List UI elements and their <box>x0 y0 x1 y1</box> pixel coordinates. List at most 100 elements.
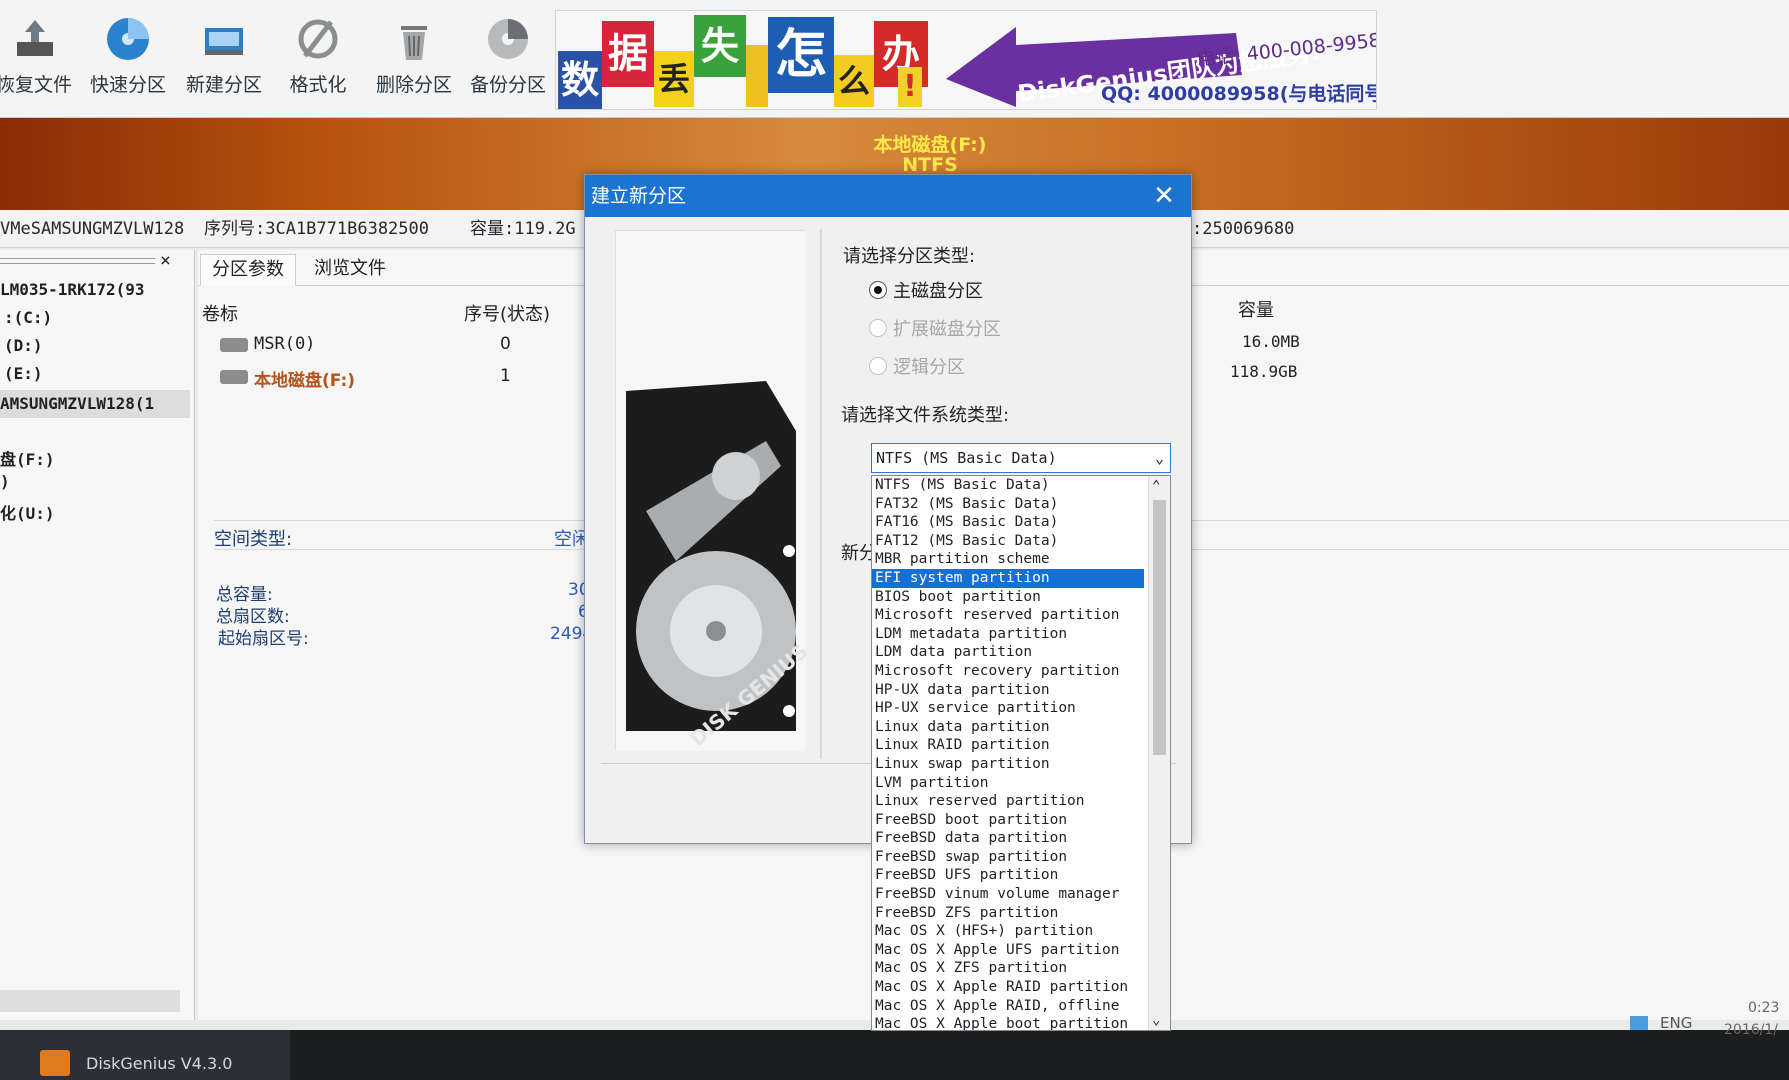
fs-option-item[interactable]: FreeBSD ZFS partition <box>872 904 1144 923</box>
new-partition-button[interactable]: 新建分区 <box>178 14 270 104</box>
fs-option-item[interactable]: FreeBSD swap partition <box>872 848 1144 867</box>
fs-option-item[interactable]: Mac OS X ZFS partition <box>872 959 1144 978</box>
close-icon[interactable]: ✕ <box>1147 179 1181 213</box>
fs-option-item[interactable]: Linux RAID partition <box>872 736 1144 755</box>
chevron-up-icon[interactable]: ⌃ <box>1152 478 1160 494</box>
fs-select-value: NTFS (MS Basic Data) <box>876 449 1057 467</box>
fs-option-item[interactable]: Mac OS X (HFS+) partition <box>872 922 1144 941</box>
fs-option-item[interactable]: Microsoft recovery partition <box>872 662 1144 681</box>
language-indicator[interactable]: ENG <box>1660 1014 1692 1032</box>
fs-option-item[interactable]: Mac OS X Apple UFS partition <box>872 941 1144 960</box>
disk-model: VMeSAMSUNGMZVLW128 <box>0 219 185 239</box>
banner-char: 丢 <box>654 51 694 107</box>
radio-dot <box>869 281 887 299</box>
fs-options-container: NTFS (MS Basic Data) FAT32 (MS Basic Data… <box>872 476 1170 1030</box>
radio-dot <box>869 319 887 337</box>
quick-partition-icon <box>107 18 149 60</box>
disk-sectors: :250069680 <box>1192 219 1295 239</box>
column-header-volume[interactable]: 卷标 <box>202 300 238 326</box>
diskgenius-icon <box>40 1050 70 1076</box>
banner-char: 失 <box>694 15 746 77</box>
format-icon <box>298 19 338 59</box>
fs-option-item[interactable]: HP-UX service partition <box>872 699 1144 718</box>
tree-item-f[interactable]: 盘(F:) <box>0 446 55 470</box>
fs-type-dropdown-list[interactable]: NTFS (MS Basic Data) FAT32 (MS Basic Data… <box>871 475 1171 1031</box>
fs-option-item[interactable]: LVM partition <box>872 774 1144 793</box>
fs-option-item[interactable]: HP-UX data partition <box>872 681 1144 700</box>
fs-option-item[interactable]: FreeBSD UFS partition <box>872 866 1144 885</box>
fs-option-item[interactable]: EFI system partition <box>872 568 1144 588</box>
quick-partition-button[interactable]: 快速分区 <box>82 14 174 104</box>
toolbar-label: 恢复文件 <box>0 74 72 96</box>
tab-partition-params[interactable]: 分区参数 <box>200 254 296 286</box>
fs-option-item[interactable]: Mac OS X Apple RAID, offline <box>872 997 1144 1016</box>
fs-option-item[interactable]: Linux swap partition <box>872 755 1144 774</box>
fs-option-item[interactable]: FAT16 (MS Basic Data) <box>872 513 1144 532</box>
row-index: 1 <box>500 366 511 386</box>
tree-item-e[interactable]: (E:) <box>4 364 43 383</box>
tree-item-u[interactable]: 化(U:) <box>0 500 55 524</box>
tree-item-unknown[interactable]: ) <box>0 472 10 491</box>
fs-type-select[interactable]: NTFS (MS Basic Data) ⌄ <box>871 443 1171 473</box>
column-header-capacity[interactable]: 容量 <box>1238 296 1274 322</box>
dropdown-scrollbar[interactable]: ⌃ ⌄ <box>1148 476 1170 1030</box>
fs-option-item[interactable]: Mac OS X Apple RAID partition <box>872 978 1144 997</box>
horizontal-scrollbar[interactable] <box>0 990 180 1012</box>
disk-tree-pane: × LM035-1RK172(93 :(C:) (D:) (E:) AMSUNG… <box>0 250 211 1020</box>
disk-genius-illustration: DISK GENIUS <box>615 230 812 751</box>
chevron-down-icon: ⌄ <box>1154 449 1164 467</box>
disk-capacity: 容量:119.2G <box>470 219 576 239</box>
fs-type-label: 请选择文件系统类型: <box>841 405 1010 426</box>
space-type-label: 空间类型: <box>214 529 293 550</box>
delete-partition-button[interactable]: 删除分区 <box>368 14 460 104</box>
fs-option-item[interactable]: FAT12 (MS Basic Data) <box>872 532 1144 551</box>
fs-option-item[interactable]: Linux data partition <box>872 718 1144 737</box>
fs-option-item[interactable]: BIOS boot partition <box>872 588 1144 607</box>
taskbar-app[interactable]: DiskGenius V4.3.0 <box>0 1030 290 1080</box>
tree-item-disk2[interactable]: AMSUNGMZVLW128(1 <box>0 390 190 418</box>
fs-option-item[interactable]: MBR partition scheme <box>872 550 1144 569</box>
backup-partition-icon <box>488 19 528 59</box>
fs-option-item[interactable]: LDM metadata partition <box>872 625 1144 644</box>
partition-type-label: 请选择分区类型: <box>843 246 976 267</box>
close-icon[interactable]: × <box>160 250 171 271</box>
fs-option-item[interactable]: FreeBSD vinum volume manager <box>872 885 1144 904</box>
fs-option-item[interactable]: FreeBSD boot partition <box>872 811 1144 830</box>
radio-label: 逻辑分区 <box>893 357 965 378</box>
banner-char: 怎 <box>768 17 834 93</box>
tree-item-d[interactable]: (D:) <box>4 336 43 355</box>
backup-partition-button[interactable]: 备份分区 <box>462 14 554 104</box>
chevron-down-icon[interactable]: ⌄ <box>1152 1012 1160 1028</box>
banner-accent <box>746 45 768 107</box>
toolbar-label: 删除分区 <box>375 74 452 96</box>
recover-files-button[interactable]: 恢复文件 <box>0 14 80 104</box>
clock-time[interactable]: 0:23 <box>1748 1000 1779 1016</box>
tab-browse-files[interactable]: 浏览文件 <box>302 254 398 284</box>
fs-option-item[interactable]: NTFS (MS Basic Data) <box>872 476 1144 495</box>
column-header-index[interactable]: 序号(状态) <box>464 300 550 326</box>
format-button[interactable]: 格式化 <box>272 14 364 104</box>
delete-partition-icon <box>401 26 427 60</box>
radio-label: 主磁盘分区 <box>893 281 983 302</box>
toolbar-label: 快速分区 <box>89 74 166 96</box>
radio-extended-partition[interactable]: 扩展磁盘分区 <box>869 315 1001 341</box>
tray-network-icon[interactable] <box>1630 1016 1648 1030</box>
tree-item-disk1[interactable]: LM035-1RK172(93 <box>0 280 188 300</box>
scrollbar-thumb[interactable] <box>1153 500 1166 755</box>
fs-option-item[interactable]: Mac OS X Apple boot partition <box>872 1015 1144 1030</box>
row-capacity: 118.9GB <box>1230 362 1298 381</box>
disk-header-fs: NTFS <box>902 154 958 176</box>
new-partition-icon <box>205 28 243 55</box>
dialog-titlebar[interactable]: 建立新分区 ✕ <box>585 175 1191 217</box>
fs-option-item[interactable]: Linux reserved partition <box>872 792 1144 811</box>
advertisement-banner[interactable]: 数 据 丢 失 怎 么 办 ! DiskGenius团队为您服务! 电话: 40… <box>555 10 1377 110</box>
fs-option-item[interactable]: LDM data partition <box>872 643 1144 662</box>
radio-logical-partition[interactable]: 逻辑分区 <box>869 353 965 379</box>
banner-char: 数 <box>558 51 602 109</box>
tree-item-c[interactable]: :(C:) <box>4 308 52 327</box>
fs-option-item[interactable]: FreeBSD data partition <box>872 829 1144 848</box>
radio-primary-partition[interactable]: 主磁盘分区 <box>869 277 983 303</box>
fs-option-item[interactable]: Microsoft reserved partition <box>872 606 1144 625</box>
fs-option-item[interactable]: FAT32 (MS Basic Data) <box>872 495 1144 514</box>
clock-date[interactable]: 2016/1/ <box>1724 1022 1778 1038</box>
